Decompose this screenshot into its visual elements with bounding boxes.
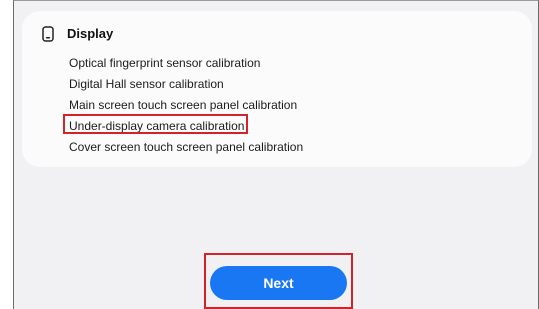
list-item-under-display-camera[interactable]: Under-display camera calibration [69,116,303,137]
calibration-list: Optical fingerprint sensor calibration D… [69,53,303,158]
calibration-screen: Display Optical fingerprint sensor calib… [13,0,539,309]
phone-icon [40,26,56,42]
list-item-digital-hall-sensor[interactable]: Digital Hall sensor calibration [69,74,303,95]
next-button[interactable]: Next [210,266,347,300]
list-item-cover-screen-touch[interactable]: Cover screen touch screen panel calibrat… [69,137,303,158]
list-item-optical-fingerprint[interactable]: Optical fingerprint sensor calibration [69,53,303,74]
section-header: Display [40,26,113,42]
section-title: Display [67,26,114,41]
display-calibration-card: Display Optical fingerprint sensor calib… [22,11,532,167]
list-item-main-screen-touch[interactable]: Main screen touch screen panel calibrati… [69,95,303,116]
next-button-highlight: Next [204,253,353,309]
